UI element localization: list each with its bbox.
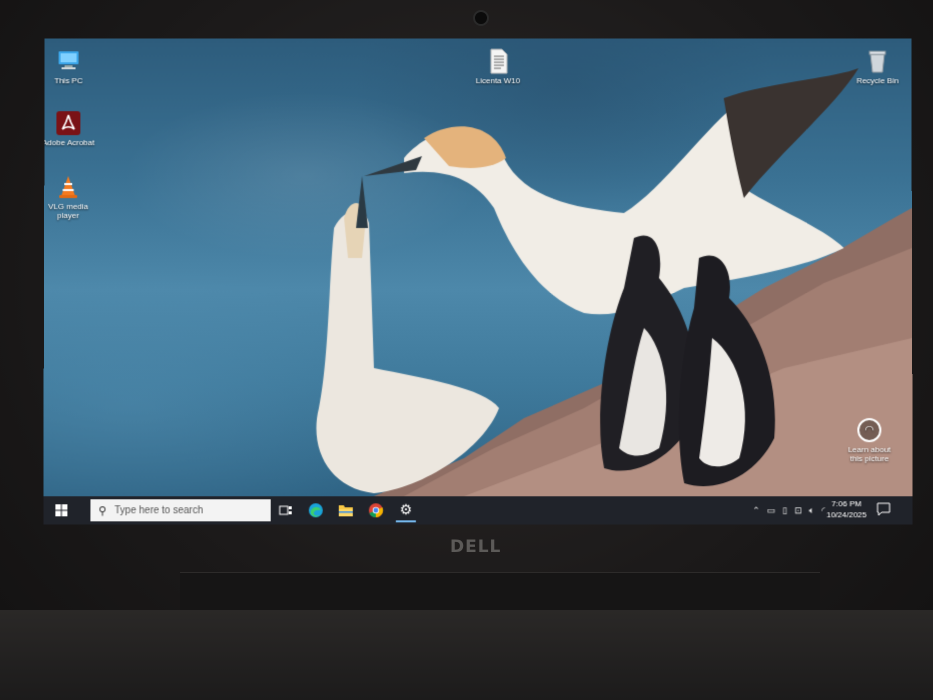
desktop-icon-label: VLG media player xyxy=(48,202,89,221)
file-explorer-icon xyxy=(338,504,353,516)
this-pc-icon xyxy=(56,48,82,74)
taskbar-search-box[interactable]: ⚲ Type here to search xyxy=(90,499,271,522)
desktop-icon-label: This PC xyxy=(54,76,83,86)
volume-icon[interactable]: 🔈︎ xyxy=(809,505,814,516)
learn-about-picture[interactable]: ◠ Learn about this picture xyxy=(844,418,894,463)
meet-now-icon[interactable]: ▭ xyxy=(767,505,776,516)
settings-icon: ⚙ xyxy=(399,500,413,517)
edge-icon xyxy=(308,502,323,517)
wallpaper xyxy=(43,38,913,497)
search-placeholder: Type here to search xyxy=(114,504,204,516)
desktop-icon-licenta-w10[interactable]: Licenta W10 xyxy=(468,48,528,85)
windows-logo-icon xyxy=(55,504,68,516)
desktop-icon-this-pc[interactable]: This PC xyxy=(43,48,98,85)
taskbar: ⚲ Type here to search ⚙ ⌃ ▭ ▯ ⊡ 🔈︎ ◜ 7:0… xyxy=(43,496,913,525)
desktop-icon-recycle-bin[interactable]: Recycle Bin xyxy=(847,48,907,85)
start-button[interactable] xyxy=(47,496,75,524)
desktop-screen: This PC Adobe Acrobat VLG media player L… xyxy=(43,38,913,525)
recycle-bin-icon xyxy=(864,48,890,74)
laptop-hinge xyxy=(180,572,820,611)
desktop-icon-adobe-acrobat[interactable]: Adobe Acrobat xyxy=(43,110,98,147)
settings-button[interactable]: ⚙ xyxy=(395,498,416,523)
task-view-button[interactable] xyxy=(276,500,296,520)
search-icon: ⚲ xyxy=(98,504,107,517)
text-document-icon xyxy=(485,48,511,74)
taskbar-clock[interactable]: 7:06 PM 10/24/2025 xyxy=(821,498,871,520)
clock-time: 7:06 PM xyxy=(831,499,862,509)
desktop-icon-label: Recycle Bin xyxy=(856,76,899,86)
camera-lens-icon: ◠ xyxy=(857,418,882,443)
desktop-icon-vlc-media-player[interactable]: VLG media player xyxy=(43,174,98,220)
vlc-cone-icon xyxy=(55,174,81,200)
power-icon[interactable]: ▯ xyxy=(782,505,787,516)
chevron-up-icon[interactable]: ⌃ xyxy=(752,505,760,516)
laptop-base xyxy=(0,610,933,700)
desktop-icon-label: Licenta W10 xyxy=(475,76,521,86)
wallpaper-birds-image xyxy=(316,68,913,496)
edge-button[interactable] xyxy=(306,500,326,520)
task-view-icon xyxy=(278,505,292,515)
learn-about-picture-label: Learn about this picture xyxy=(848,445,891,464)
desktop-icon-label: Adobe Acrobat xyxy=(43,138,95,148)
action-center-button[interactable] xyxy=(877,502,891,516)
file-explorer-button[interactable] xyxy=(336,500,356,520)
network-icon[interactable]: ⊡ xyxy=(794,505,802,516)
adobe-acrobat-icon xyxy=(55,110,81,136)
clock-date: 10/24/2025 xyxy=(826,510,867,520)
notification-icon xyxy=(877,502,891,516)
dell-logo: DELL xyxy=(450,537,502,557)
chrome-button[interactable] xyxy=(366,500,386,520)
system-tray: ⌃ ▭ ▯ ⊡ 🔈︎ ◜ xyxy=(752,496,825,524)
webcam xyxy=(473,10,489,26)
chrome-icon xyxy=(368,502,383,517)
